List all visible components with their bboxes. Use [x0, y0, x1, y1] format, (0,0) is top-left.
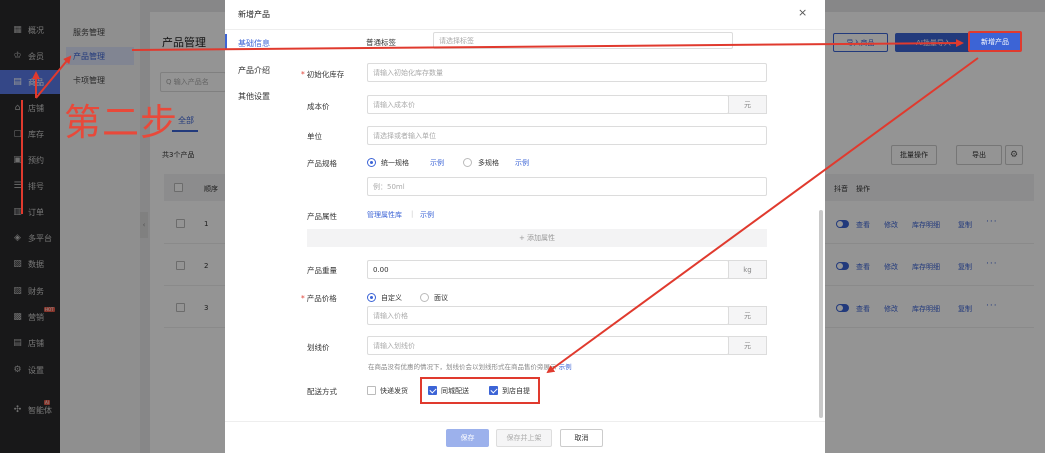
arrow-to-new-button: [131, 39, 964, 51]
arrow-to-delivery: [546, 57, 979, 374]
annotation-arrows: [21, 39, 979, 374]
step-two-annotation: 第二步: [64, 101, 178, 144]
